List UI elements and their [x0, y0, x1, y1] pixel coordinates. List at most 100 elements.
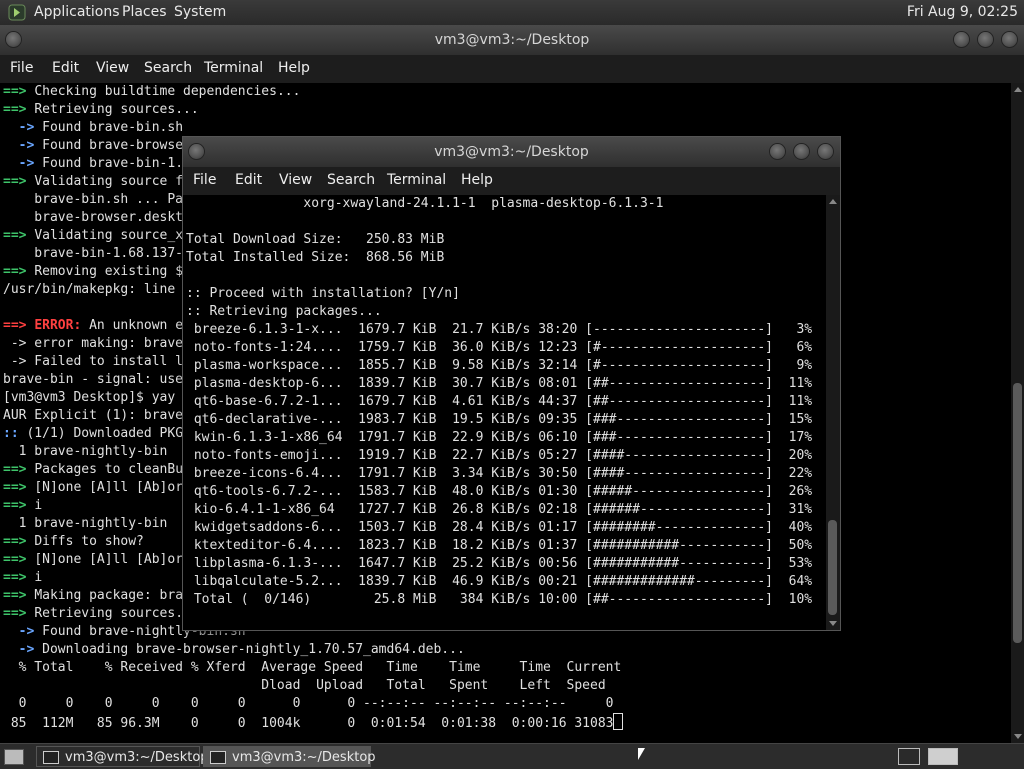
terminal-line: ==> i: [3, 569, 42, 587]
terminal-line: % Total % Received % Xferd Average Speed…: [3, 659, 622, 677]
scrollbar[interactable]: [826, 195, 840, 630]
terminal-output[interactable]: xorg-xwayland-24.1.1-1 plasma-desktop-6.…: [183, 195, 825, 630]
terminal-line: qt6-base-6.7.2-1... 1679.7 KiB 4.61 KiB/…: [186, 394, 813, 409]
terminal-line: ==> Removing existing $: [3, 263, 183, 281]
terminal-line: ==> Validating source f: [3, 173, 183, 191]
menu-file[interactable]: File: [193, 172, 216, 188]
bottom-panel: vm3@vm3:~/Desktop vm3@vm3:~/Desktop: [0, 743, 1024, 769]
terminal-text-segment: ->: [3, 120, 43, 135]
terminal-line: -> Found brave-browse: [3, 137, 183, 155]
menu-file[interactable]: File: [10, 60, 33, 76]
terminal-text-segment: ==>: [3, 174, 35, 189]
terminal-text-segment: Validating source_x: [34, 228, 184, 243]
scrollbar[interactable]: [1011, 83, 1024, 743]
terminal-line: Total Download Size: 250.83 MiB: [186, 232, 445, 247]
terminal-text-segment: ==>: [3, 84, 35, 99]
terminal-line: brave-bin.sh ... Pa: [3, 191, 183, 209]
window-menu-button[interactable]: [189, 144, 204, 159]
gnome-foot-icon[interactable]: [8, 4, 26, 21]
taskbar-item-terminal-active[interactable]: vm3@vm3:~/Desktop: [203, 746, 376, 767]
terminal-text-segment: ==>: [3, 606, 35, 621]
terminal-line: brave-bin - signal: use: [3, 371, 183, 389]
terminal-line: -> Downloading brave-browser-nightly_1.7…: [3, 641, 465, 659]
terminal-line: kwidgetsaddons-6... 1503.7 KiB 28.4 KiB/…: [186, 520, 813, 535]
terminal-text-segment: Validating source f: [34, 174, 184, 189]
terminal-text-segment: ==>: [3, 228, 35, 243]
menu-view[interactable]: View: [96, 60, 129, 76]
terminal-line: ==> ERROR: An unknown e: [3, 317, 183, 335]
menu-help[interactable]: Help: [461, 172, 493, 188]
terminal-text-segment: [vm3@vm3 Desktop]$ yay: [3, 390, 176, 405]
terminal-line: ==> [N]one [A]ll [Ab]or: [3, 479, 183, 497]
clock[interactable]: Fri Aug 9, 02:25: [907, 4, 1018, 20]
menu-terminal[interactable]: Terminal: [387, 172, 446, 188]
terminal-text-segment: % Total % Received % Xferd Average Speed…: [3, 660, 622, 675]
terminal-line: libplasma-6.1.3-... 1647.7 KiB 25.2 KiB/…: [186, 556, 813, 571]
show-desktop-icon[interactable]: [4, 749, 24, 765]
terminal-line: ==> Checking buildtime dependencies...: [3, 83, 300, 101]
menubar: File Edit View Search Terminal Help: [0, 55, 1024, 83]
menu-applications[interactable]: Applications: [34, 4, 120, 20]
maximize-button[interactable]: [978, 32, 993, 47]
terminal-line: plasma-workspace... 1855.7 KiB 9.58 KiB/…: [186, 358, 813, 373]
scroll-down-arrow-icon[interactable]: [1014, 734, 1022, 739]
terminal-line: xorg-xwayland-24.1.1-1 plasma-desktop-6.…: [186, 196, 664, 211]
menu-edit[interactable]: Edit: [52, 60, 79, 76]
terminal-text-segment: Making package: bra: [34, 588, 184, 603]
terminal-line: noto-fonts-emoji... 1919.7 KiB 22.7 KiB/…: [186, 448, 813, 463]
window-menu-button[interactable]: [6, 32, 21, 47]
terminal-text-segment: 1 brave-nightly-bin: [3, 516, 168, 531]
scroll-thumb[interactable]: [828, 520, 837, 615]
terminal-line: Dload Upload Total Spent Left Speed: [3, 677, 605, 695]
menu-places[interactable]: Places: [122, 4, 167, 20]
terminal-line: ==> Making package: bra: [3, 587, 183, 605]
terminal-line: noto-fonts-1:24.... 1759.7 KiB 36.0 KiB/…: [186, 340, 813, 355]
terminal-line: :: Proceed with installation? [Y/n]: [186, 286, 460, 301]
terminal-line: qt6-declarative-... 1983.7 KiB 19.5 KiB/…: [186, 412, 813, 427]
terminal-text-segment: -> error making: brave: [3, 336, 184, 351]
scroll-up-arrow-icon[interactable]: [829, 199, 837, 204]
terminal-text-segment: [N]one [A]ll [Ab]or: [34, 480, 184, 495]
terminal-line: brave-bin-1.68.137-: [3, 245, 183, 263]
scroll-up-arrow-icon[interactable]: [1014, 87, 1022, 92]
close-button[interactable]: [818, 144, 833, 159]
terminal-line: kio-6.4.1-1-x86_64 1727.7 KiB 26.8 KiB/s…: [186, 502, 813, 517]
window-titlebar[interactable]: vm3@vm3:~/Desktop: [0, 25, 1024, 55]
minimize-button[interactable]: [770, 144, 785, 159]
taskbar-item-label: vm3@vm3:~/Desktop: [65, 750, 209, 765]
minimize-button[interactable]: [954, 32, 969, 47]
terminal-line: ==> [N]one [A]ll [Ab]or: [3, 551, 183, 569]
terminal-text-segment: i: [34, 570, 43, 585]
terminal-text-segment: ->: [3, 624, 43, 639]
workspace-2[interactable]: [928, 748, 958, 765]
text-cursor: [613, 713, 624, 730]
terminal-line: [vm3@vm3 Desktop]$ yay: [3, 389, 175, 407]
terminal-line: ==> Validating source_x: [3, 227, 183, 245]
terminal-line: AUR Explicit (1): brave: [3, 407, 183, 425]
close-button[interactable]: [1002, 32, 1017, 47]
menu-system[interactable]: System: [174, 4, 226, 20]
menu-search[interactable]: Search: [327, 172, 375, 188]
terminal-text-segment: Found brave-browse: [42, 138, 184, 153]
scroll-down-arrow-icon[interactable]: [829, 621, 837, 626]
terminal-text-segment: ==>: [3, 570, 35, 585]
maximize-button[interactable]: [794, 144, 809, 159]
menu-help[interactable]: Help: [278, 60, 310, 76]
menu-terminal[interactable]: Terminal: [204, 60, 263, 76]
terminal-line: 1 brave-nightly-bin: [3, 515, 168, 533]
terminal-text-segment: Removing existing $: [34, 264, 184, 279]
taskbar-item-terminal[interactable]: vm3@vm3:~/Desktop: [36, 746, 209, 767]
terminal-text-segment: ==>: [3, 480, 35, 495]
terminal-text-segment: Retrieving sources...: [34, 102, 199, 117]
menu-search[interactable]: Search: [144, 60, 192, 76]
window-titlebar[interactable]: vm3@vm3:~/Desktop: [183, 137, 840, 167]
terminal-text-segment: -> Failed to install l: [3, 354, 184, 369]
menu-edit[interactable]: Edit: [235, 172, 262, 188]
menu-view[interactable]: View: [279, 172, 312, 188]
scroll-thumb[interactable]: [1013, 383, 1022, 643]
workspace-1[interactable]: [898, 748, 920, 765]
terminal-line: breeze-6.1.3-1-x... 1679.7 KiB 21.7 KiB/…: [186, 322, 813, 337]
terminal-text-segment: An unknown e: [89, 318, 184, 333]
terminal-text-segment: ==>: [3, 264, 35, 279]
terminal-window-secondary[interactable]: vm3@vm3:~/Desktop File Edit View Search …: [183, 137, 840, 630]
